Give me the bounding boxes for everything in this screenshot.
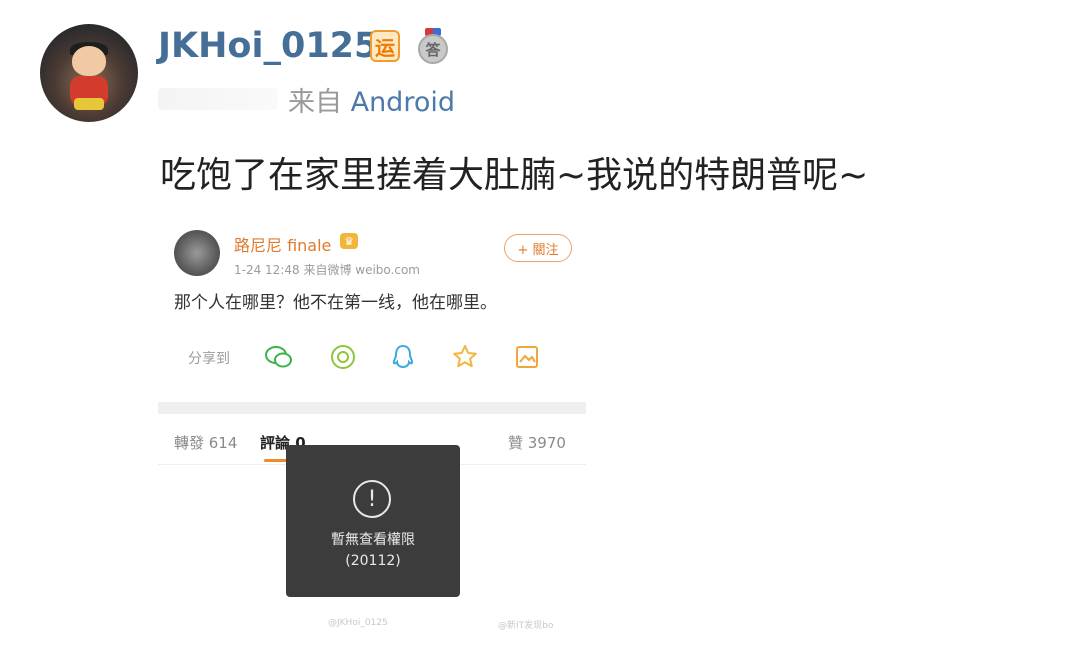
post-text: 吃饱了在家里搓着大肚腩~我说的特朗普呢~ [160, 155, 869, 196]
embedded-screenshot[interactable]: 路尼尼 finale ♛ 1-24 12:48 来自微博 weibo.com +… [158, 212, 586, 638]
toast-line-2: (20112) [345, 553, 401, 569]
embedded-author-name: 路尼尼 finale [234, 236, 332, 255]
qq-icon [388, 342, 418, 372]
crown-icon: ♛ [340, 233, 358, 249]
source-app-link[interactable]: Android [351, 87, 455, 118]
watermark-left: @JKHoi_0125 [328, 618, 388, 628]
wechat-icon [264, 342, 294, 372]
save-image-icon [512, 342, 542, 372]
toast-message: 暫無查看權限 (20112) [286, 530, 460, 572]
avatar-head [72, 46, 106, 76]
post-source: 来自 Android [288, 80, 455, 119]
watermark-right: @新IT发现bo [498, 621, 554, 631]
warning-icon: ! [353, 480, 391, 518]
moments-icon [328, 342, 358, 372]
embedded-meta: 1-24 12:48 来自微博 weibo.com [234, 263, 420, 277]
section-divider [158, 402, 586, 414]
qzone-star-icon [450, 342, 480, 372]
user-avatar[interactable] [40, 24, 138, 122]
follow-button: + 關注 [504, 234, 572, 262]
username[interactable]: JKHoi_0125 [158, 26, 378, 66]
medal-face: 答 [418, 34, 448, 64]
toast-line-1: 暫無查看權限 [331, 532, 415, 548]
embedded-post-text: 那个人在哪里？他不在第一线，他在哪里。 [174, 293, 497, 313]
avatar-shorts [74, 98, 104, 110]
blurred-timestamp [158, 88, 278, 110]
share-label: 分享到 [188, 351, 230, 367]
tab-repost: 轉發 614 [174, 434, 238, 452]
answer-medal-icon[interactable]: 答 [416, 28, 450, 64]
yun-badge-icon[interactable]: 运 [370, 30, 400, 62]
active-tab-indicator [264, 459, 288, 462]
tab-like: 贊 3970 [508, 434, 566, 452]
embedded-author-avatar [174, 230, 220, 276]
no-permission-toast: ! 暫無查看權限 (20112) [286, 445, 460, 597]
source-prefix: 来自 [288, 87, 351, 118]
